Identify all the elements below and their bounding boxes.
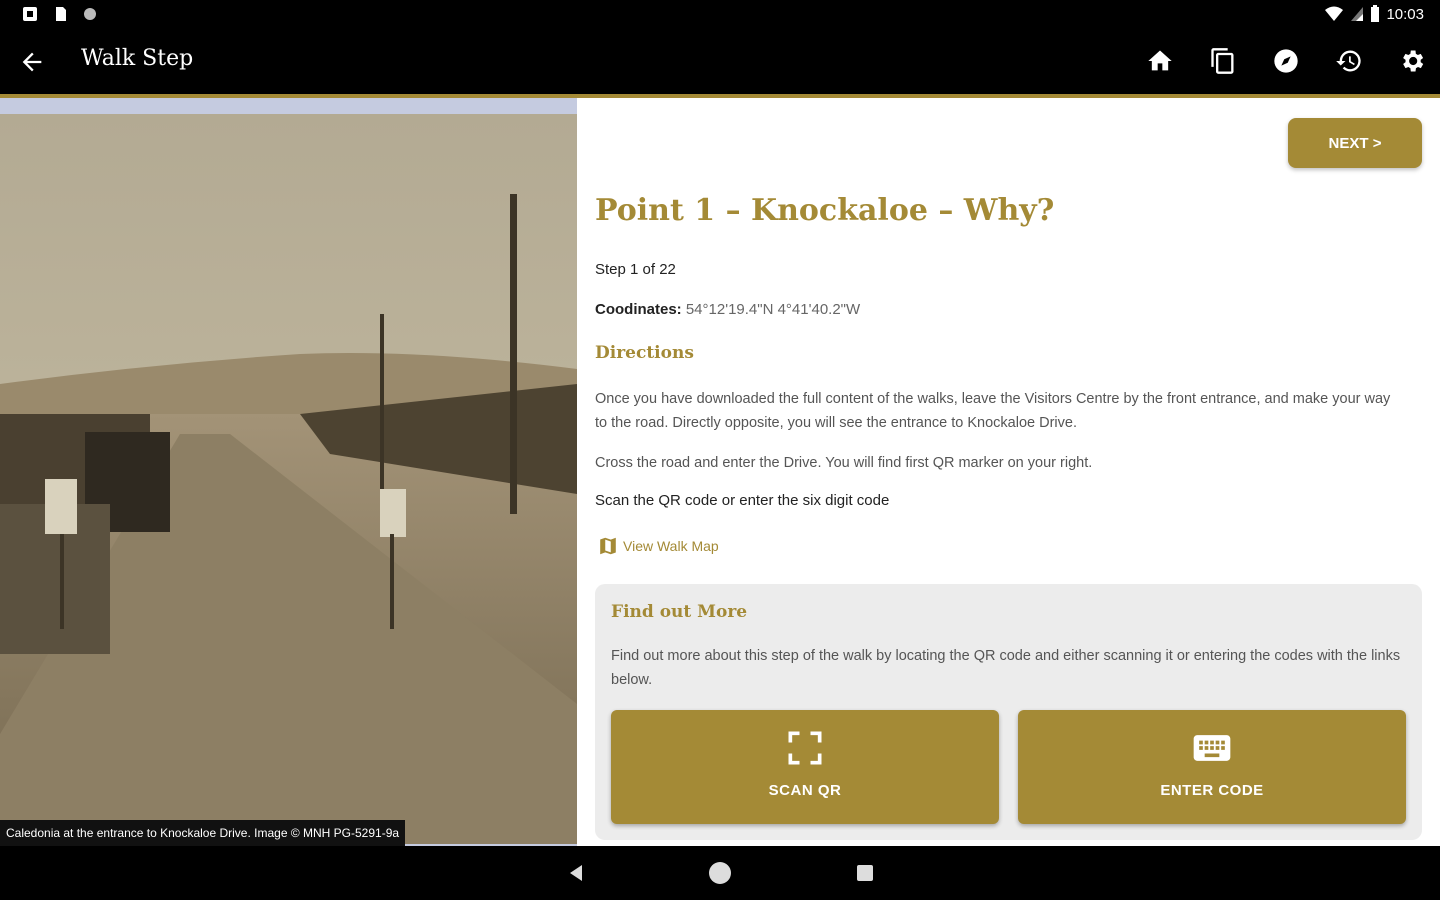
step-heading: Point 1 – Knockaloe – Why?: [595, 193, 1055, 228]
keyboard-icon: [1193, 735, 1231, 761]
clock: 10:03: [1386, 5, 1424, 23]
system-nav-bar: [0, 846, 1440, 900]
scan-hint: Scan the QR code or enter the six digit …: [595, 492, 890, 509]
directions-paragraph-1: Once you have downloaded the full conten…: [595, 391, 1391, 431]
battery-icon: [1371, 5, 1380, 22]
nav-back-icon[interactable]: [566, 863, 586, 883]
home-icon[interactable]: [1146, 47, 1174, 75]
page-title: Walk Step: [81, 46, 194, 71]
notification-icons: [22, 6, 98, 22]
app-bar: Walk Step: [0, 30, 1440, 98]
system-icons: 10:03: [1324, 5, 1424, 23]
directions-title: Directions: [595, 343, 694, 363]
view-walk-map-label: View Walk Map: [623, 538, 719, 554]
step-counter: Step 1 of 22: [595, 261, 676, 278]
photo-caption: Caledonia at the entrance to Knockaloe D…: [0, 820, 406, 846]
copy-icon[interactable]: [1209, 47, 1237, 75]
settings-gear-icon[interactable]: [1398, 47, 1426, 75]
status-bar: 10:03: [0, 0, 1440, 30]
view-walk-map-link[interactable]: View Walk Map: [597, 535, 719, 557]
wifi-icon: [1325, 6, 1344, 21]
scan-qr-label: SCAN QR: [768, 782, 842, 799]
enter-code-button[interactable]: ENTER CODE: [1018, 710, 1406, 824]
scan-qr-button[interactable]: SCAN QR: [611, 710, 999, 824]
signal-icon: [1351, 7, 1364, 21]
coordinates-value: 54°12'19.4"N 4°41'40.2"W: [685, 301, 861, 318]
map-icon: [600, 537, 616, 555]
coordinates-label: Coodinates:: [595, 301, 682, 318]
compass-icon[interactable]: [1272, 47, 1300, 75]
sync-icon: [84, 8, 96, 20]
find-out-more-title: Find out More: [611, 602, 748, 622]
nav-home-icon[interactable]: [709, 862, 731, 884]
directions-paragraph-2: Cross the road and enter the Drive. You …: [595, 455, 1093, 471]
step-content: NEXT > Point 1 – Knockaloe – Why? Step 1…: [577, 98, 1440, 846]
step-photo-pane: Caledonia at the entrance to Knockaloe D…: [0, 98, 577, 846]
enter-code-label: ENTER CODE: [1160, 782, 1264, 799]
back-arrow-icon[interactable]: [18, 48, 46, 76]
app-bar-actions: [1146, 47, 1426, 75]
next-button[interactable]: NEXT >: [1288, 118, 1422, 168]
history-icon[interactable]: [1335, 47, 1363, 75]
sd-card-icon: [56, 7, 66, 21]
find-out-more-text: Find out more about this step of the wal…: [611, 648, 1401, 688]
nav-recents-icon[interactable]: [857, 865, 873, 881]
notification-icon: [23, 7, 37, 21]
find-out-more-card: Find out More Find out more about this s…: [595, 584, 1422, 840]
historic-photo: [0, 114, 577, 844]
qr-scan-icon: [788, 731, 822, 765]
coordinates: Coodinates: 54°12'19.4"N 4°41'40.2"W: [595, 301, 860, 318]
